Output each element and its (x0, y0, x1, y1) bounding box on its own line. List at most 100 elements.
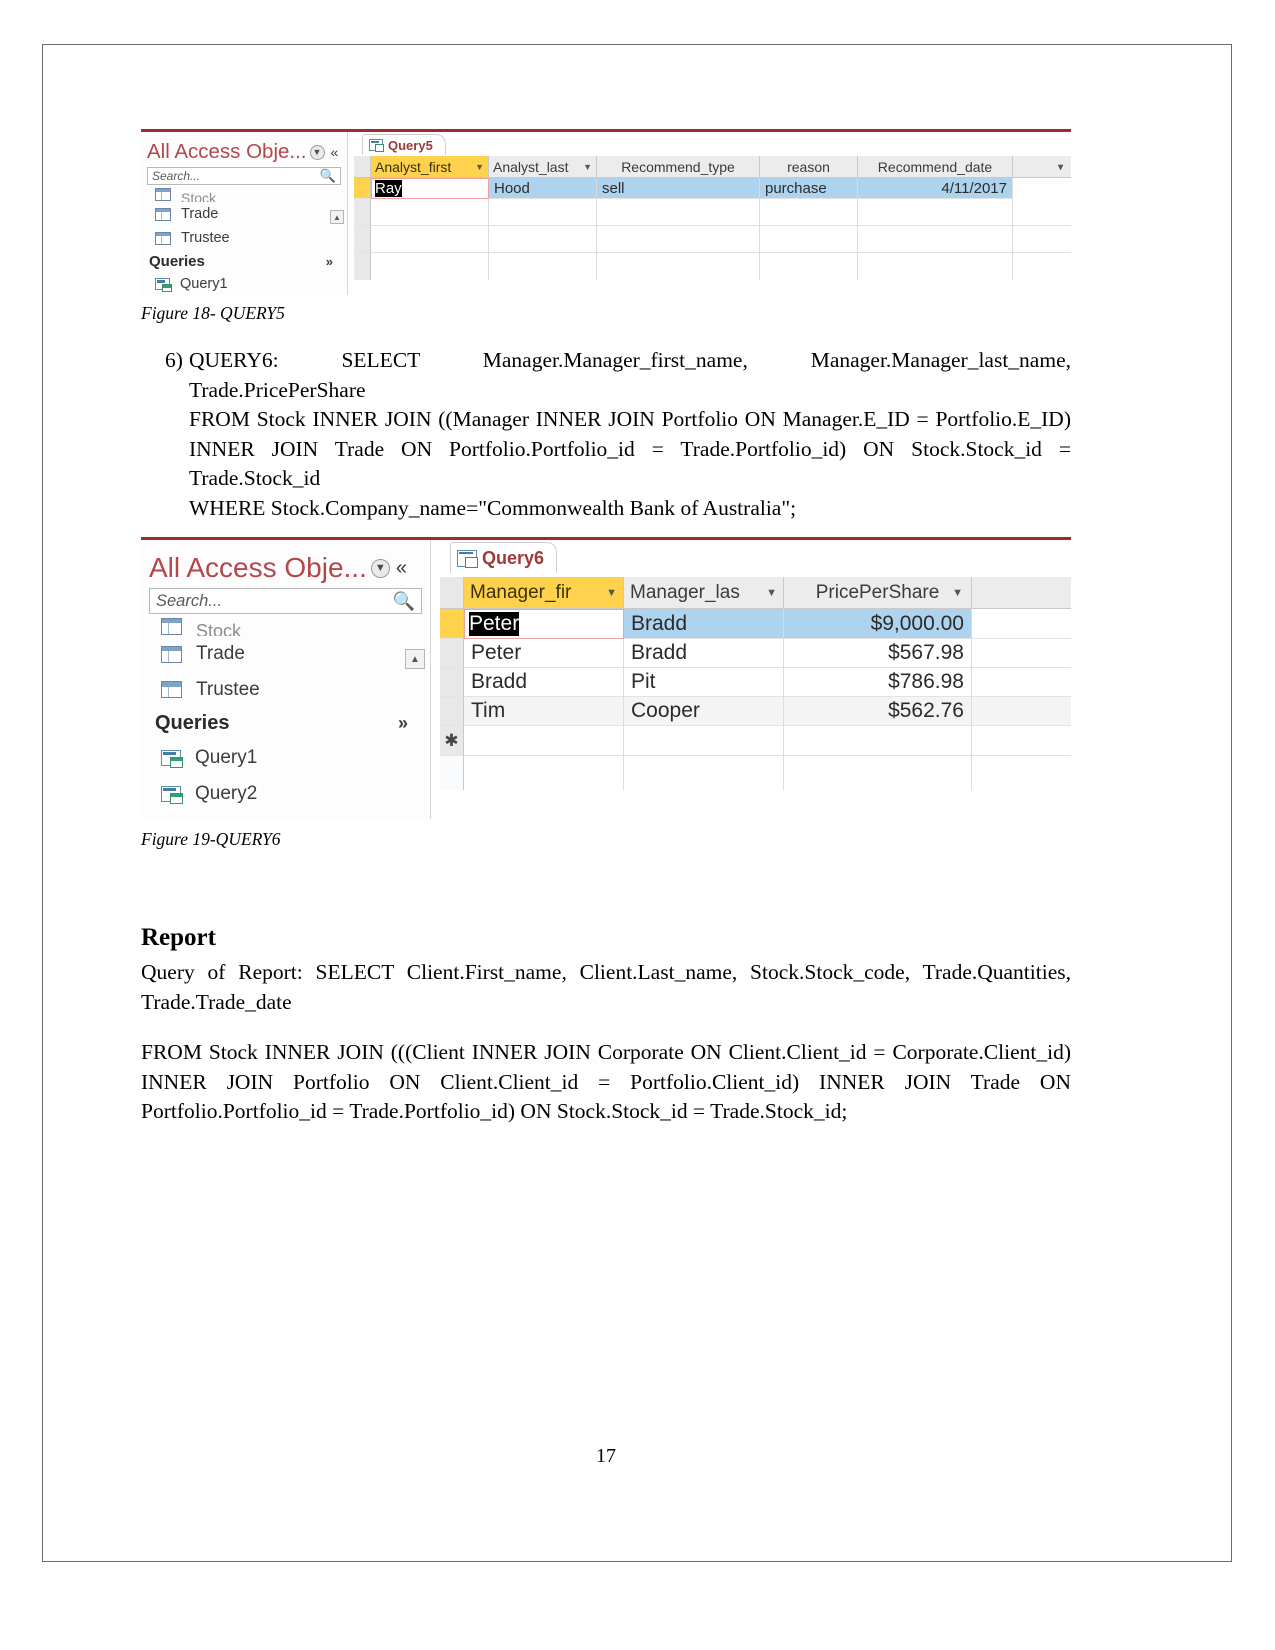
table-row[interactable] (354, 226, 1071, 253)
table-row[interactable]: Ray Hood sell purchase 4/11/2017 (354, 178, 1071, 199)
tab-query5[interactable]: Query5 (362, 134, 446, 155)
chevron-down-icon[interactable]: ▼ (766, 587, 777, 599)
cell-empty[interactable] (464, 756, 624, 790)
table-row[interactable] (354, 253, 1071, 280)
cell-empty[interactable] (489, 199, 597, 226)
column-header-priceper-share[interactable]: PricePerShare ▼ (784, 577, 972, 609)
navpane-scroll-up-button[interactable]: ▲ (405, 649, 425, 669)
cell-manager-first[interactable]: Peter (464, 639, 624, 668)
row-selector[interactable] (440, 609, 464, 639)
table-row[interactable]: Peter Bradd $567.98 (440, 639, 1071, 668)
cell-manager-last[interactable]: Pit (624, 668, 784, 697)
cell-manager-first[interactable]: Bradd (464, 668, 624, 697)
nav-item-trustee[interactable]: Trustee (141, 672, 430, 707)
row-selector[interactable] (440, 697, 464, 726)
chevron-down-icon[interactable]: ▼ (952, 587, 963, 599)
cell-reason[interactable]: purchase (760, 178, 858, 199)
navpane-scroll-up-button[interactable]: ▲ (330, 210, 344, 224)
chevron-up-icon[interactable]: » (326, 254, 333, 269)
cell-empty[interactable] (760, 199, 858, 226)
cell-recommend-date[interactable]: 4/11/2017 (858, 178, 1013, 199)
cell-empty[interactable] (858, 253, 1013, 280)
search-input[interactable]: Search... 🔍 (147, 167, 341, 185)
cell-empty[interactable] (489, 226, 597, 253)
nav-item-trade[interactable]: Trade (141, 636, 430, 672)
cell-empty[interactable] (464, 726, 624, 756)
cell-empty[interactable] (597, 226, 760, 253)
chevron-down-icon[interactable]: ▼ (475, 162, 484, 172)
cell-manager-last[interactable]: Cooper (624, 697, 784, 726)
nav-group-queries[interactable]: Queries » (141, 250, 347, 273)
row-selector[interactable] (440, 668, 464, 697)
nav-item-query1[interactable]: Query1 (141, 273, 347, 295)
cell-priceper-share[interactable]: $567.98 (784, 639, 972, 668)
cell-empty[interactable] (597, 199, 760, 226)
cell-empty[interactable] (858, 226, 1013, 253)
row-selector[interactable] (354, 199, 371, 226)
cell-empty[interactable] (489, 253, 597, 280)
cell-empty[interactable] (624, 756, 784, 790)
row-selector[interactable] (354, 178, 371, 199)
cell-empty[interactable] (784, 756, 972, 790)
search-input[interactable]: Search... 🔍 (149, 588, 422, 614)
cell-manager-last[interactable]: Bradd (624, 639, 784, 668)
cell-manager-first[interactable]: Tim (464, 697, 624, 726)
table-row[interactable]: Tim Cooper $562.76 (440, 697, 1071, 726)
chevron-down-icon[interactable]: ▼ (606, 587, 617, 599)
nav-item-query1[interactable]: Query1 (141, 740, 430, 776)
nav-item-label: Stock (196, 620, 242, 637)
cell-analyst-first[interactable]: Ray (371, 178, 489, 199)
collapse-pane-icon[interactable]: « (396, 557, 407, 580)
cell-priceper-share[interactable]: $786.98 (784, 668, 972, 697)
cell-recommend-type[interactable]: sell (597, 178, 760, 199)
nav-item-query2[interactable]: Query2 (141, 776, 430, 812)
table-row[interactable] (440, 756, 1071, 790)
chevron-up-icon[interactable]: » (398, 713, 408, 734)
chevron-down-icon[interactable]: ▼ (309, 144, 325, 160)
select-all-corner[interactable] (440, 577, 464, 609)
nav-item-trustee[interactable]: Trustee (141, 226, 347, 250)
cell-manager-last[interactable]: Bradd (624, 609, 784, 639)
column-header-manager-last[interactable]: Manager_las ▼ (624, 577, 784, 609)
row-selector[interactable] (354, 253, 371, 280)
cell-empty[interactable] (371, 253, 489, 280)
cell-manager-first[interactable]: Peter (464, 609, 624, 639)
table-row[interactable]: Bradd Pit $786.98 (440, 668, 1071, 697)
new-record-row[interactable]: ✱ (440, 726, 1071, 756)
row-selector[interactable] (354, 226, 371, 253)
nav-item-stock[interactable]: Stock (141, 186, 347, 202)
chevron-down-icon[interactable]: ▼ (583, 162, 592, 172)
column-header-reason[interactable]: reason ▼ (760, 156, 1065, 178)
cell-empty[interactable] (597, 253, 760, 280)
chevron-down-icon[interactable]: ▼ (370, 558, 390, 578)
cell-empty[interactable] (784, 726, 972, 756)
cell-analyst-last[interactable]: Hood (489, 178, 597, 199)
nav-item-stock[interactable]: Stock (141, 616, 430, 636)
collapse-pane-icon[interactable]: « (331, 144, 339, 160)
row-selector[interactable] (440, 639, 464, 668)
row-selector[interactable] (440, 756, 464, 790)
query-icon (161, 786, 183, 804)
cell-empty[interactable] (371, 226, 489, 253)
column-header-recommend-date[interactable]: Recommend_date ▼ (858, 156, 1065, 178)
cell-empty[interactable] (624, 726, 784, 756)
search-icon[interactable]: 🔍 (320, 168, 336, 184)
table-row[interactable]: Peter Bradd $9,000.00 (440, 609, 1071, 639)
cell-empty[interactable] (858, 199, 1013, 226)
column-header-analyst-last[interactable]: Analyst_last ▼ (489, 156, 597, 178)
cell-priceper-share[interactable]: $9,000.00 (784, 609, 972, 639)
nav-group-queries[interactable]: Queries » (141, 707, 430, 740)
search-icon[interactable]: 🔍 (393, 591, 415, 612)
cell-empty[interactable] (371, 199, 489, 226)
select-all-corner[interactable] (354, 156, 371, 178)
table-row[interactable] (354, 199, 1071, 226)
cell-empty[interactable] (760, 226, 858, 253)
column-header-analyst-first[interactable]: Analyst_first ▼ (371, 156, 489, 178)
tab-query6[interactable]: Query6 (450, 542, 558, 573)
cell-empty[interactable] (760, 253, 858, 280)
nav-item-trade[interactable]: Trade (141, 202, 347, 226)
column-header-manager-first[interactable]: Manager_fir ▼ (464, 577, 624, 609)
new-record-icon[interactable]: ✱ (440, 726, 464, 756)
cell-priceper-share[interactable]: $562.76 (784, 697, 972, 726)
column-header-recommend-type[interactable]: Recommend_type ▼ (597, 156, 1065, 178)
